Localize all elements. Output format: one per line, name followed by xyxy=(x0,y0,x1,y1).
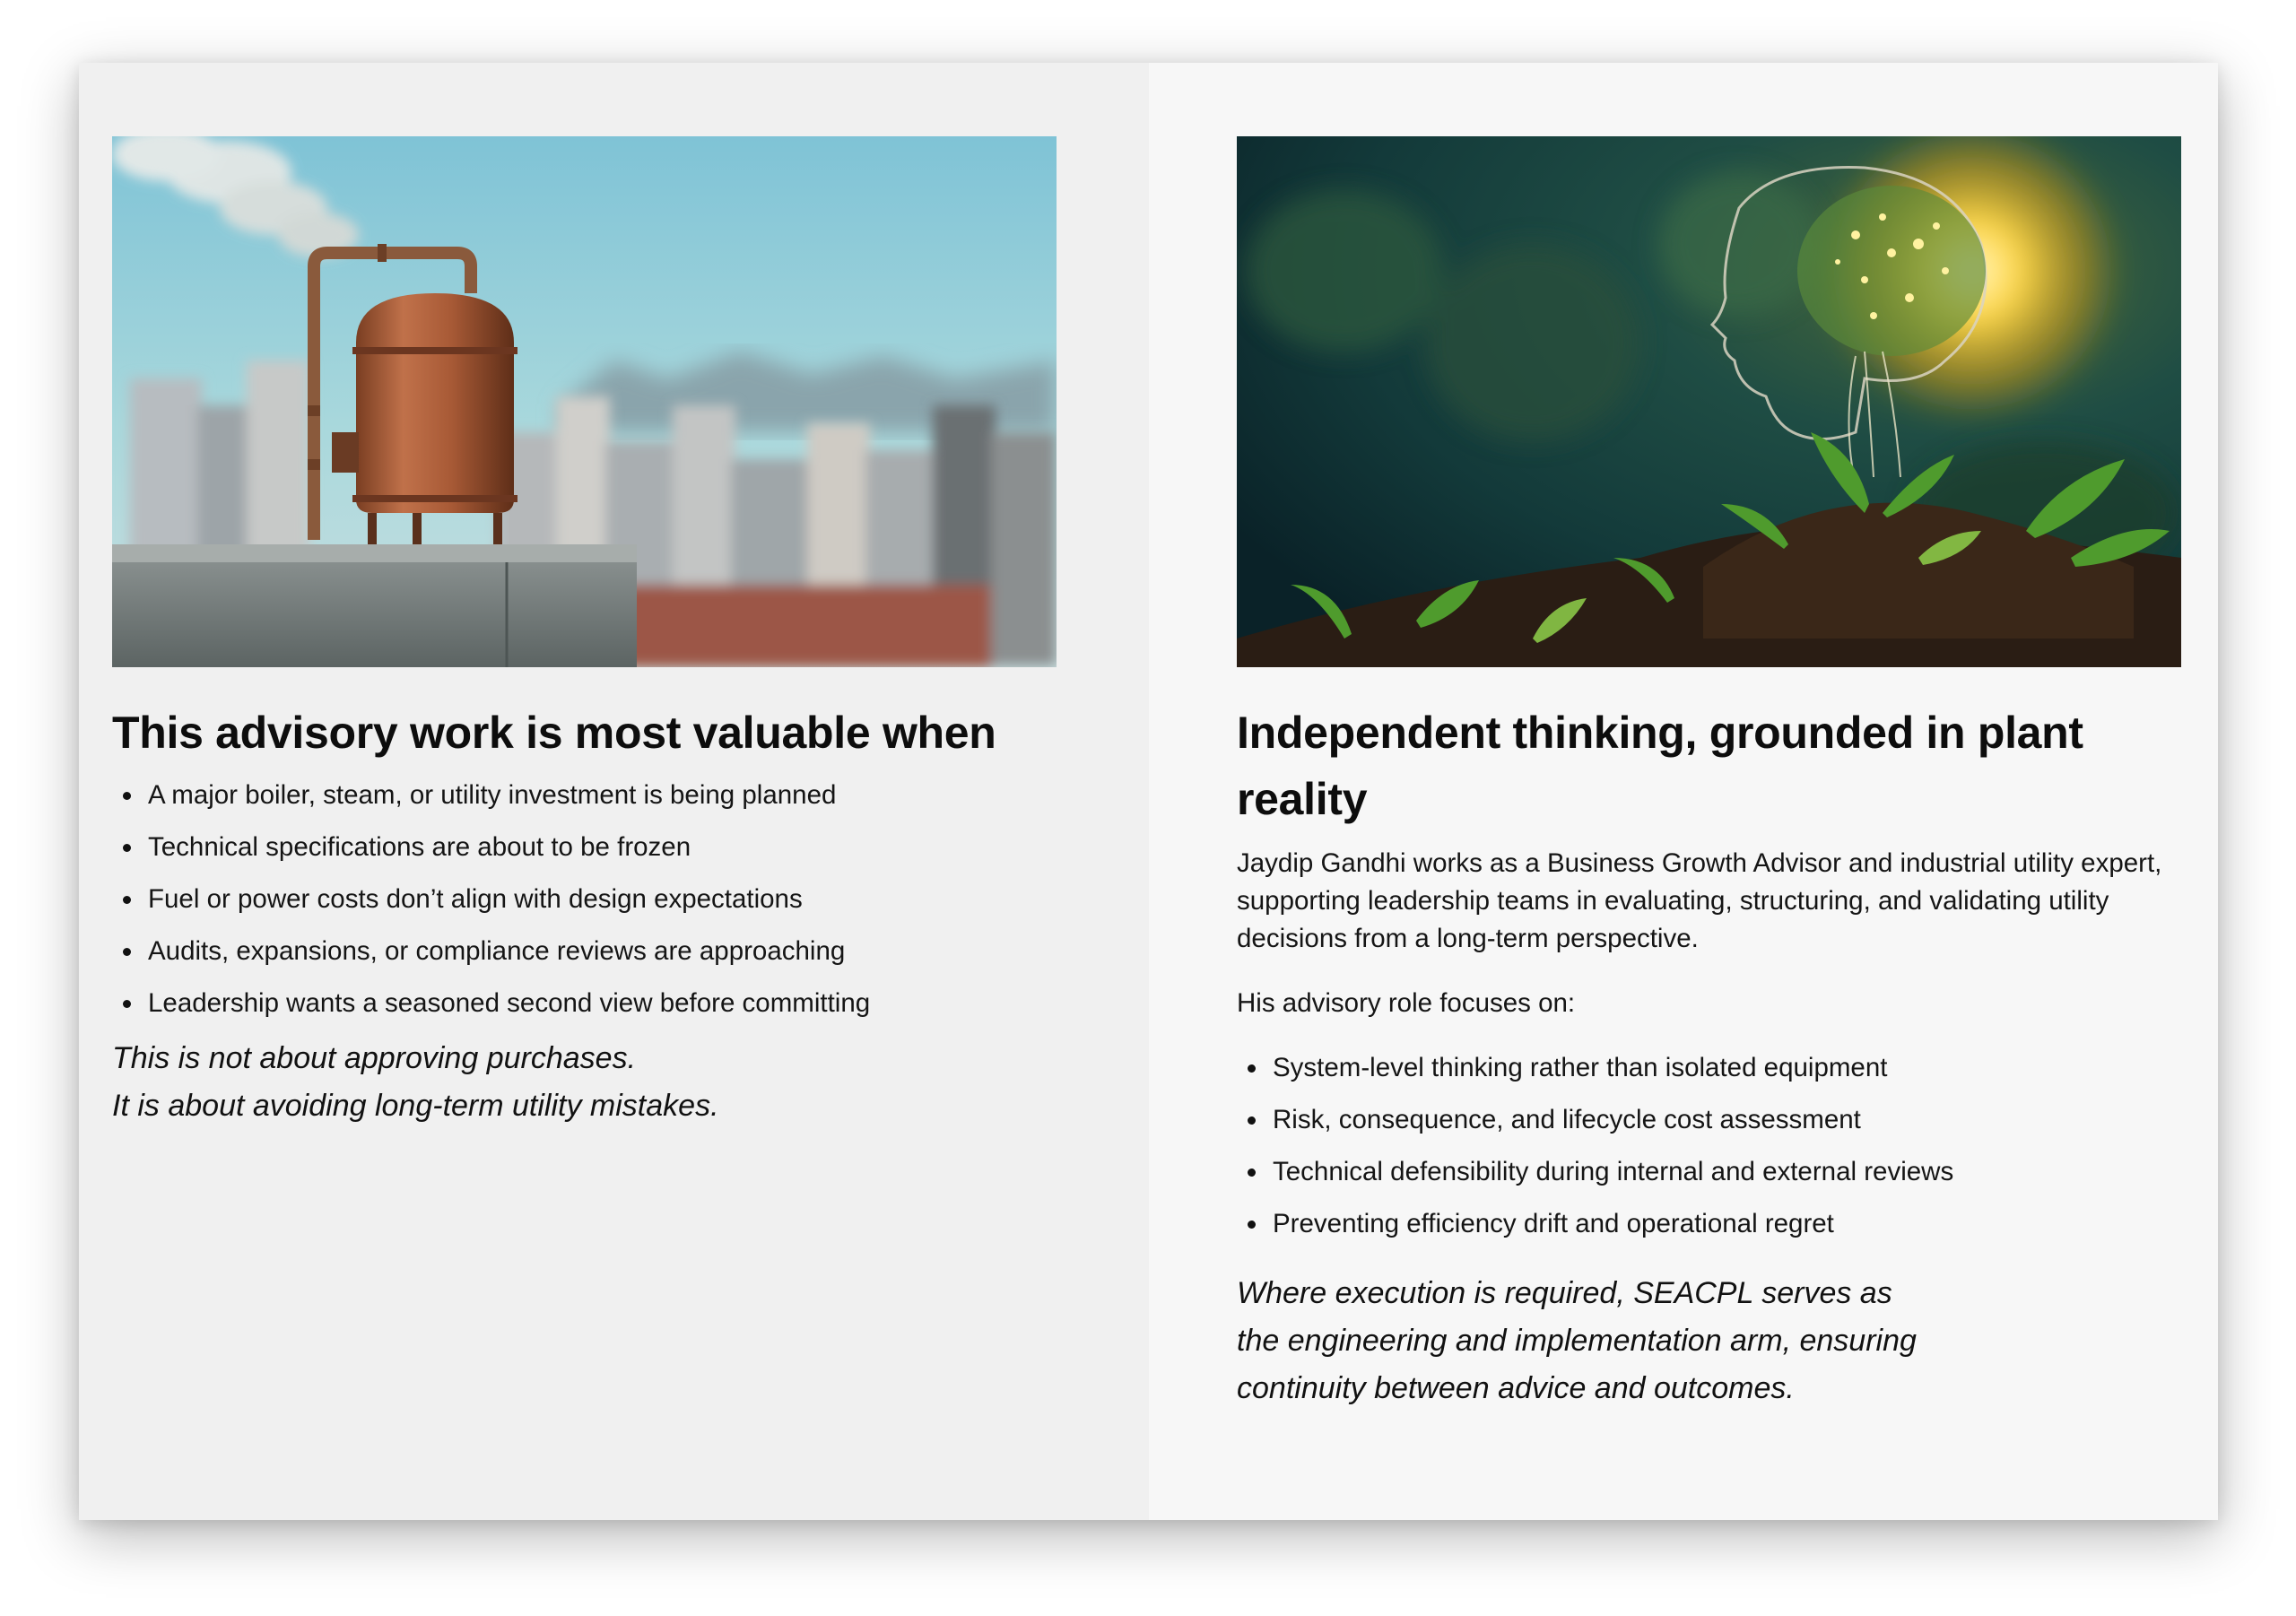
boiler-rooftop-image xyxy=(112,136,1057,667)
purpose-note-line1: This is not about approving purchases. xyxy=(112,1041,637,1075)
execution-note: Where execution is required, SEACPL serv… xyxy=(1237,1276,1917,1405)
brain-plant-illustration xyxy=(1237,136,2181,667)
advisory-focus-list: System-level thinking rather than isolat… xyxy=(1237,1049,2187,1243)
boiler-illustration xyxy=(112,136,1057,667)
content-frame: This advisory work is most valuable when… xyxy=(79,63,2218,1520)
advisory-role-label: His advisory role focuses on: xyxy=(1237,988,1576,1018)
advisor-bio: Jaydip Gandhi works as a Business Growth… xyxy=(1237,848,2162,953)
purpose-note-line2: It is about avoiding long-term utility m… xyxy=(112,1089,719,1123)
list-item: Technical defensibility during internal … xyxy=(1237,1153,2187,1191)
independent-thinking-heading: Independent thinking, grounded in plant … xyxy=(1237,708,2083,824)
right-content: Independent thinking, grounded in plant … xyxy=(1237,699,2187,1412)
list-item: Fuel or power costs don’t align with des… xyxy=(112,881,1063,918)
list-item: Leadership wants a seasoned second view … xyxy=(112,985,1063,1022)
left-content: This advisory work is most valuable when… xyxy=(112,699,1063,1130)
list-item: Technical specifications are about to be… xyxy=(112,829,1063,866)
value-conditions-list: A major boiler, steam, or utility invest… xyxy=(112,777,1063,1022)
left-panel: This advisory work is most valuable when… xyxy=(79,63,1149,1520)
list-item: System-level thinking rather than isolat… xyxy=(1237,1049,2187,1087)
advisory-value-heading: This advisory work is most valuable when xyxy=(112,708,996,758)
list-item: A major boiler, steam, or utility invest… xyxy=(112,777,1063,814)
glowing-brain-plant-image xyxy=(1237,136,2181,667)
list-item: Risk, consequence, and lifecycle cost as… xyxy=(1237,1101,2187,1139)
right-panel: Independent thinking, grounded in plant … xyxy=(1149,63,2218,1520)
list-item: Preventing efficiency drift and operatio… xyxy=(1237,1205,2187,1243)
list-item: Audits, expansions, or compliance review… xyxy=(112,933,1063,970)
purpose-note: This is not about approving purchases. I… xyxy=(112,1035,1063,1130)
